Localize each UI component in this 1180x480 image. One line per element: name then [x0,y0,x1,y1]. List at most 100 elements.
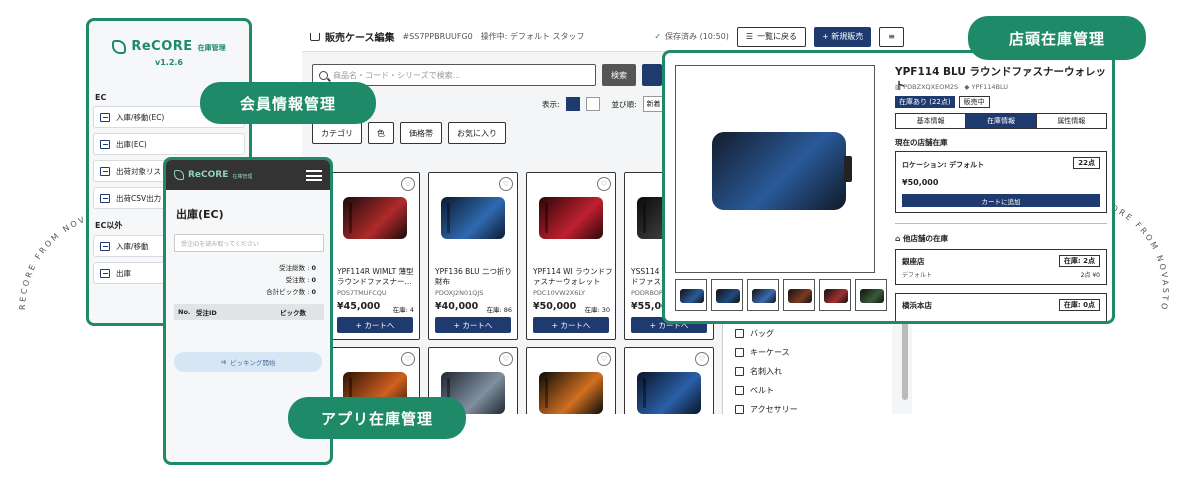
detail-tab[interactable]: 基本情報 [896,114,967,128]
menu-item-icon [100,166,110,176]
heart-icon[interactable]: ♡ [401,177,415,191]
thumbnail-strip [675,279,887,315]
search-button[interactable]: 検索 [602,64,636,86]
thumbnail[interactable] [675,279,707,311]
thumbnail[interactable] [711,279,743,311]
brand-sub: 在庫管理 [197,44,226,52]
product-card[interactable]: ♡ YPF136 BLU 二つ折り財布 PDOXJ2N01QJS ¥40,000 在庫:… [428,172,518,340]
status-badges: 在庫あり (22点) 販売中 [895,96,990,108]
store-card: 横浜本店 在庫: 0点 [895,293,1107,321]
filter-chip[interactable]: 価格帯 [400,122,442,144]
detail-tab[interactable]: 在庫情報 [966,114,1037,128]
leaf-icon [174,170,184,180]
app-header: ReCORE 在庫管理 [166,160,330,190]
thumbnail[interactable] [819,279,851,311]
filter-chip[interactable]: カテゴリ [312,122,362,144]
product-card[interactable]: ♡ [624,347,714,414]
app-inventory-label: アプリ在庫管理 [288,397,466,439]
list-icon: ☰ [745,32,754,41]
filter-chip[interactable]: 色 [368,122,394,144]
filter-chip[interactable]: お気に入り [448,122,506,144]
product-card[interactable]: ♡ YPF114R WIMLT 薄型ラウンドファスナー... PDS7TMUFCQU… [330,172,420,340]
heart-icon[interactable]: ♡ [499,352,513,366]
start-picking-button[interactable]: ⇉ ピッキング開始 [174,352,322,372]
product-price: ¥50,000 [533,301,577,312]
current-stock-box: ロケーション: デフォルト 22点 ¥50,000 カートに追加 [895,151,1107,213]
category-option[interactable]: キーケース [723,343,892,362]
display-label: 表示: [542,99,560,109]
category-option[interactable]: アクセサリー [723,400,892,414]
other-stores-title: ⌂ 他店舗の在庫 [895,234,948,243]
product-detail-panel: YPF114 BLU ラウンドファスナーウォレット ▥ PDBZXQXEOM2S… [662,50,1115,324]
barcode-scan-button[interactable] [642,64,662,86]
count-row: 合計ピック数 : 0 [266,288,316,296]
menu-item-icon [100,268,110,278]
heart-icon[interactable]: ♡ [597,177,611,191]
current-stock-title: 現在の店舗在庫 [895,138,948,147]
checkbox[interactable] [735,348,744,357]
menu-item-icon [100,139,110,149]
add-to-cart-button[interactable]: + カートへ [337,317,413,333]
thumbnail[interactable] [783,279,815,311]
product-code: PDC10VW2X6LY [533,289,586,297]
thumbnail-image [824,289,848,303]
product-price: ¥50,000 [902,178,939,187]
thumbnail-image [752,289,776,303]
category-option[interactable]: バッグ [723,324,892,343]
checkbox[interactable] [735,386,744,395]
checkbox[interactable] [735,367,744,376]
scrollbar[interactable] [902,320,908,400]
add-to-cart-button[interactable]: + カートへ [435,317,511,333]
brand-name: ReCORE [188,170,229,180]
menu-item-icon [100,241,110,251]
thumbnail-image [716,289,740,303]
heart-icon[interactable]: ♡ [401,352,415,366]
menu-item[interactable]: 出庫(EC) [93,133,245,155]
grid-view-button[interactable] [565,97,580,111]
category-option[interactable]: 名刺入れ [723,362,892,381]
operator-label: 操作中: デフォルト スタッフ [480,32,585,41]
list-view-button[interactable] [585,97,600,111]
store-card: 銀座店 在庫: 2点 デフォルト 2点 ¥0 [895,249,1107,285]
product-codes: ▥ PDBZXQXEOM2S ◆ YPF114BLU [895,83,1009,91]
recore-logo: ReCORE 在庫管理 [89,39,249,54]
location-count: 22点 [1073,157,1100,169]
leaf-icon [112,39,127,54]
thumbnail[interactable] [855,279,887,311]
product-card[interactable]: ♡ YPF114 WI ラウンドファスナーウォレット PDC10VW2X6LY ¥50… [526,172,616,340]
sort-label: 並び順: [611,99,637,109]
count-row: 受注数 : 0 [285,276,316,284]
wallet-photo [441,197,505,239]
category-filter-list: バッグ キーケース 名刺入れ ベルト アクセサリー [722,320,892,414]
menu-item-icon [100,193,110,203]
category-option[interactable]: ベルト [723,381,892,400]
detail-tabs: 基本情報 在庫情報 属性情報 [895,113,1107,129]
product-price: ¥40,000 [435,301,479,312]
back-to-list-button[interactable]: ☰ 一覧に戻る [736,26,807,47]
divider [895,223,1107,224]
heart-icon[interactable]: ♡ [597,352,611,366]
product-main-image [675,65,875,273]
cart-icon: ⇉ [220,358,227,366]
menu-button[interactable]: ≡ [879,26,904,47]
heart-icon[interactable]: ♡ [499,177,513,191]
page-title: 販売ケース編集 [310,29,395,44]
add-to-cart-button[interactable]: + カートへ [533,317,609,333]
product-stock: 在庫: 30 [584,306,610,314]
checkbox[interactable] [735,329,744,338]
product-name: YPF114 WI ラウンドファスナーウォレット [533,267,613,286]
new-sale-button[interactable]: + 新規販売 [814,26,872,47]
thumbnail[interactable] [747,279,779,311]
detail-tab[interactable]: 属性情報 [1036,114,1106,128]
member-info-label: 会員情報管理 [200,82,376,124]
order-id-input[interactable]: 受注IDを読み取ってください [174,234,324,252]
add-to-cart-button[interactable]: カートに追加 [902,194,1100,207]
location-label: ロケーション: デフォルト [902,161,985,169]
product-card[interactable]: ♡ [526,347,616,414]
product-price: ¥45,000 [337,301,381,312]
heart-icon[interactable]: ♡ [695,352,709,366]
checkbox[interactable] [735,405,744,414]
thumbnail-image [680,289,704,303]
thumbnail-image [860,289,884,303]
hamburger-menu-icon[interactable] [306,169,322,181]
